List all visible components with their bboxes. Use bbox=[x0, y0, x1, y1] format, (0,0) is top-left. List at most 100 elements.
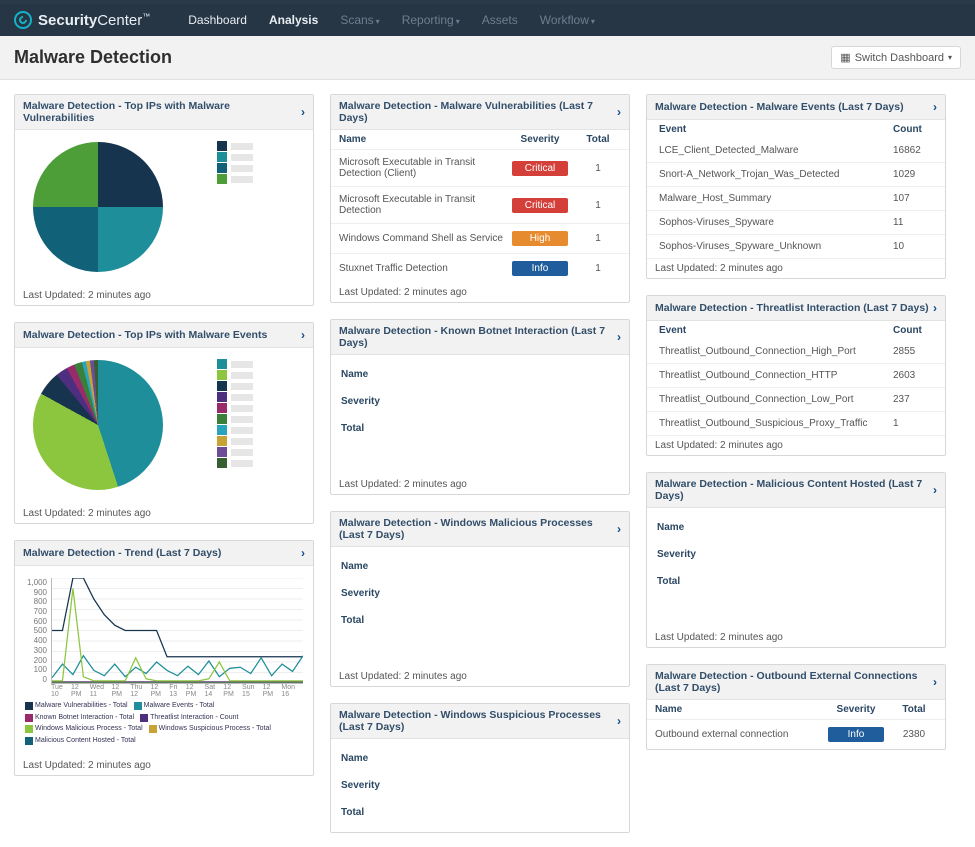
panel-body: Name Severity Total bbox=[331, 739, 629, 832]
panel-body: Name Severity Total bbox=[331, 355, 629, 475]
nav-assets[interactable]: Assets bbox=[482, 13, 518, 27]
cell-name: Microsoft Executable in Transit Detectio… bbox=[339, 194, 505, 216]
legend-swatch bbox=[25, 702, 33, 710]
panel-header[interactable]: Malware Detection - Top IPs with Malware… bbox=[15, 95, 313, 130]
cell-severity: Info bbox=[821, 727, 891, 742]
x-axis: Tue 1012 PMWed 1112 PMThu 1212 PMFri 131… bbox=[51, 684, 303, 698]
nav-dashboard[interactable]: Dashboard bbox=[188, 13, 247, 27]
panel-header[interactable]: Malware Detection - Top IPs with Malware… bbox=[15, 323, 313, 348]
table-row[interactable]: LCE_Client_Detected_Malware16862 bbox=[647, 139, 945, 163]
panel-body bbox=[15, 348, 313, 504]
panel-hosted: Malware Detection - Malicious Content Ho… bbox=[646, 472, 946, 648]
panel-header[interactable]: Malware Detection - Malware Events (Last… bbox=[647, 95, 945, 120]
panel-body: Event Count Threatlist_Outbound_Connecti… bbox=[647, 321, 945, 436]
table-row[interactable]: Stuxnet Traffic Detection Info 1 bbox=[331, 254, 629, 283]
panel-title: Malware Detection - Malware Events (Last… bbox=[655, 101, 904, 113]
nav-links: Dashboard Analysis Scans▾ Reporting▾ Ass… bbox=[188, 13, 595, 27]
chevron-right-icon: › bbox=[933, 100, 937, 114]
brand: SecurityCenter™ bbox=[14, 11, 150, 29]
line-chart[interactable]: 1,0009008007006005004003002001000 Tue 10… bbox=[25, 578, 305, 698]
table-row[interactable]: Threatlist_Outbound_Connection_HTTP2603 bbox=[647, 364, 945, 388]
col-event: Event bbox=[659, 124, 893, 135]
cell-name: Windows Command Shell as Service bbox=[339, 233, 505, 244]
table-row[interactable]: Outbound external connection Info 2380 bbox=[647, 720, 945, 749]
label-name: Name bbox=[341, 361, 619, 388]
nav-analysis[interactable]: Analysis bbox=[269, 13, 318, 27]
column-1: Malware Detection - Top IPs with Malware… bbox=[14, 94, 314, 776]
panel-header[interactable]: Malware Detection - Windows Malicious Pr… bbox=[331, 512, 629, 547]
panel-vuln7: Malware Detection - Malware Vulnerabilit… bbox=[330, 94, 630, 303]
label-severity: Severity bbox=[657, 541, 935, 568]
table-row[interactable]: Threatlist_Outbound_Connection_Low_Port2… bbox=[647, 388, 945, 412]
switch-dashboard-button[interactable]: ▦ Switch Dashboard ▾ bbox=[831, 46, 961, 69]
table-row[interactable]: Microsoft Executable in Transit Detectio… bbox=[331, 187, 629, 224]
legend-item: Malicious Content Hosted - Total bbox=[25, 737, 136, 745]
cell-event: LCE_Client_Detected_Malware bbox=[659, 145, 893, 156]
legend-label bbox=[231, 154, 253, 161]
nav-scans[interactable]: Scans▾ bbox=[340, 13, 379, 27]
panel-title: Malware Detection - Windows Suspicious P… bbox=[339, 709, 617, 733]
table-row[interactable]: Windows Command Shell as Service High 1 bbox=[331, 224, 629, 254]
panel-events7: Malware Detection - Malware Events (Last… bbox=[646, 94, 946, 279]
panel-header[interactable]: Malware Detection - Trend (Last 7 Days) … bbox=[15, 541, 313, 566]
severity-badge: Info bbox=[512, 261, 568, 276]
panel-botnet: Malware Detection - Known Botnet Interac… bbox=[330, 319, 630, 495]
panel-header[interactable]: Malware Detection - Threatlist Interacti… bbox=[647, 296, 945, 321]
cell-total: 2380 bbox=[891, 729, 937, 740]
legend-item bbox=[217, 414, 253, 424]
legend-item bbox=[217, 458, 253, 468]
switch-dashboard-label: Switch Dashboard bbox=[855, 52, 944, 64]
panel-top-ips-events: Malware Detection - Top IPs with Malware… bbox=[14, 322, 314, 524]
legend-swatch bbox=[217, 447, 227, 457]
cell-count: 237 bbox=[893, 394, 933, 405]
last-updated: Last Updated: 2 minutes ago bbox=[15, 286, 313, 305]
panel-title: Malware Detection - Trend (Last 7 Days) bbox=[23, 547, 221, 559]
panel-body: Name Severity Total bbox=[647, 508, 945, 628]
legend-label bbox=[231, 361, 253, 368]
table-row[interactable]: Microsoft Executable in Transit Detectio… bbox=[331, 150, 629, 187]
cell-severity: High bbox=[505, 231, 575, 246]
table-row[interactable]: Sophos-Viruses_Spyware_Unknown10 bbox=[647, 235, 945, 259]
legend-label: Windows Suspicious Process - Total bbox=[159, 725, 271, 733]
pie-chart[interactable] bbox=[33, 360, 163, 490]
cell-count: 1 bbox=[893, 418, 933, 429]
label-total: Total bbox=[341, 415, 619, 442]
legend-label: Malware Events - Total bbox=[144, 702, 215, 710]
table-row[interactable]: Malware_Host_Summary107 bbox=[647, 187, 945, 211]
panel-header[interactable]: Malware Detection - Known Botnet Interac… bbox=[331, 320, 629, 355]
cell-count: 10 bbox=[893, 241, 933, 252]
table-header: Event Count bbox=[647, 120, 945, 139]
panel-body: 1,0009008007006005004003002001000 Tue 10… bbox=[15, 566, 313, 756]
table-row[interactable]: Sophos-Viruses_Spyware11 bbox=[647, 211, 945, 235]
cell-name: Stuxnet Traffic Detection bbox=[339, 263, 505, 274]
panel-body: Name Severity Total bbox=[331, 547, 629, 667]
col-name: Name bbox=[655, 704, 821, 715]
table-row[interactable]: Threatlist_Outbound_Suspicious_Proxy_Tra… bbox=[647, 412, 945, 436]
cell-event: Sophos-Viruses_Spyware_Unknown bbox=[659, 241, 893, 252]
legend-label bbox=[231, 165, 253, 172]
legend-swatch bbox=[217, 152, 227, 162]
legend-item bbox=[217, 141, 253, 151]
nav-reporting[interactable]: Reporting▾ bbox=[402, 13, 460, 27]
panel-header[interactable]: Malware Detection - Malicious Content Ho… bbox=[647, 473, 945, 508]
last-updated: Last Updated: 2 minutes ago bbox=[647, 436, 945, 455]
nav-workflow[interactable]: Workflow▾ bbox=[540, 13, 595, 27]
legend-swatch bbox=[25, 725, 33, 733]
panel-header[interactable]: Malware Detection - Outbound External Co… bbox=[647, 665, 945, 700]
table-row[interactable]: Threatlist_Outbound_Connection_High_Port… bbox=[647, 340, 945, 364]
last-updated: Last Updated: 2 minutes ago bbox=[331, 667, 629, 686]
pie-chart[interactable] bbox=[33, 142, 163, 272]
table-body[interactable]: LCE_Client_Detected_Malware16862Snort-A_… bbox=[647, 139, 945, 259]
legend-item: Malware Events - Total bbox=[134, 702, 215, 710]
panel-header[interactable]: Malware Detection - Malware Vulnerabilit… bbox=[331, 95, 629, 130]
cell-event: Sophos-Viruses_Spyware bbox=[659, 217, 893, 228]
table-header: Name Severity Total bbox=[647, 700, 945, 720]
page-title: Malware Detection bbox=[14, 47, 172, 68]
table-row[interactable]: Snort-A_Network_Trojan_Was_Detected1029 bbox=[647, 163, 945, 187]
chevron-right-icon: › bbox=[617, 105, 621, 119]
panel-header[interactable]: Malware Detection - Windows Suspicious P… bbox=[331, 704, 629, 739]
legend-label bbox=[231, 405, 253, 412]
chevron-right-icon: › bbox=[301, 105, 305, 119]
legend-item bbox=[217, 403, 253, 413]
legend-swatch bbox=[217, 359, 227, 369]
